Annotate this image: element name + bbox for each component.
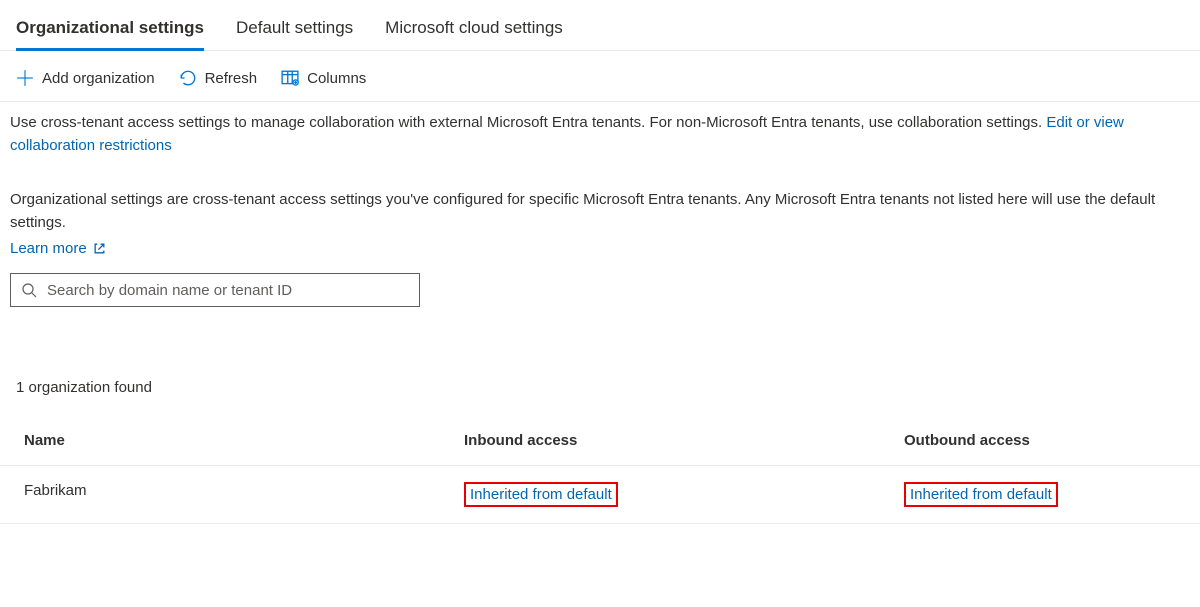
learn-more-link[interactable]: Learn more xyxy=(0,234,116,257)
columns-label: Columns xyxy=(307,70,366,87)
tab-microsoft-cloud-settings[interactable]: Microsoft cloud settings xyxy=(385,10,563,50)
outbound-access-link[interactable]: Inherited from default xyxy=(904,482,1058,507)
search-container xyxy=(0,257,1200,317)
search-box[interactable] xyxy=(10,273,420,307)
description-text-1: Use cross-tenant access settings to mana… xyxy=(10,114,1046,131)
refresh-icon xyxy=(179,69,197,87)
external-link-icon xyxy=(93,242,106,255)
add-organization-label: Add organization xyxy=(42,70,155,87)
description-block-1: Use cross-tenant access settings to mana… xyxy=(0,102,1200,157)
columns-icon xyxy=(281,69,299,87)
toolbar: Add organization Refresh Columns xyxy=(0,51,1200,102)
column-header-outbound[interactable]: Outbound access xyxy=(904,432,1176,449)
table-header-row: Name Inbound access Outbound access xyxy=(0,416,1200,466)
tabs-bar: Organizational settings Default settings… xyxy=(0,0,1200,51)
columns-button[interactable]: Columns xyxy=(281,69,366,87)
organizations-table: Name Inbound access Outbound access Fabr… xyxy=(0,416,1200,524)
refresh-button[interactable]: Refresh xyxy=(179,69,258,87)
search-icon xyxy=(21,282,37,298)
learn-more-label: Learn more xyxy=(10,240,87,257)
refresh-label: Refresh xyxy=(205,70,258,87)
description-block-2: Organizational settings are cross-tenant… xyxy=(0,179,1200,234)
inbound-access-link[interactable]: Inherited from default xyxy=(464,482,618,507)
plus-icon xyxy=(16,69,34,87)
description-text-2: Organizational settings are cross-tenant… xyxy=(10,191,1155,231)
column-header-inbound[interactable]: Inbound access xyxy=(464,432,904,449)
tab-organizational-settings[interactable]: Organizational settings xyxy=(16,10,204,50)
results-count: 1 organization found xyxy=(0,317,1200,416)
table-row: Fabrikam Inherited from default Inherite… xyxy=(0,466,1200,524)
search-input[interactable] xyxy=(47,282,409,299)
cell-org-name: Fabrikam xyxy=(24,482,464,507)
column-header-name[interactable]: Name xyxy=(24,432,464,449)
add-organization-button[interactable]: Add organization xyxy=(16,69,155,87)
tab-default-settings[interactable]: Default settings xyxy=(236,10,353,50)
